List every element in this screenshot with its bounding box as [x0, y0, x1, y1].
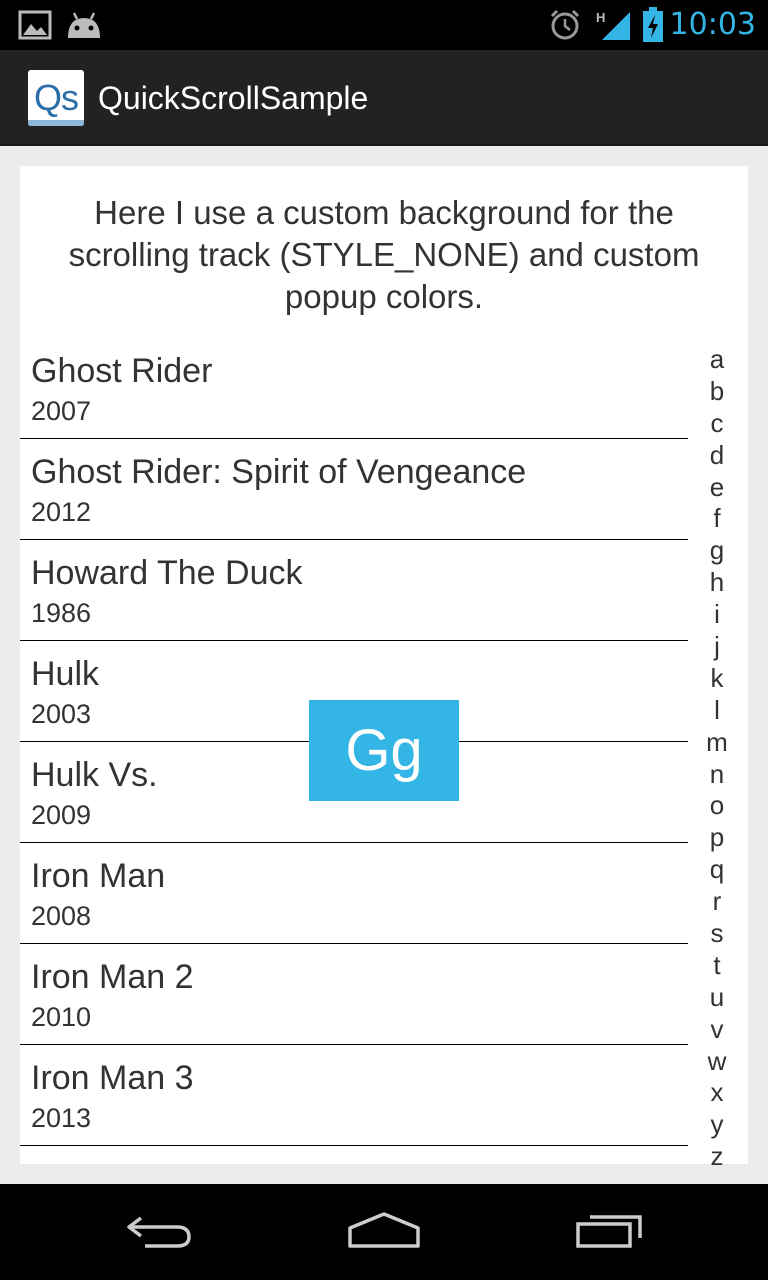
index-letter-f[interactable]: f: [706, 503, 728, 535]
app-title: QuickScrollSample: [98, 80, 369, 116]
content-card: Here I use a custom background for the s…: [20, 166, 748, 1164]
movie-title: Hulk: [31, 655, 100, 693]
android-icon: [64, 0, 104, 50]
movie-title: Ghost Rider: Spirit of Vengeance: [31, 453, 527, 491]
index-letter-i[interactable]: i: [706, 599, 728, 631]
index-letter-n[interactable]: n: [706, 759, 728, 791]
index-letter-g[interactable]: g: [706, 535, 728, 567]
back-icon: [125, 1210, 195, 1254]
alphabet-index-bar[interactable]: a b c d e f g h i j k l m n o p q r s t …: [706, 344, 728, 1173]
navigation-bar: [0, 1184, 768, 1280]
quickscroll-popup: Gg: [309, 700, 459, 801]
app-logo-text: Qs: [33, 77, 79, 118]
home-icon: [346, 1210, 422, 1254]
list-item[interactable]: Ghost Rider 2007: [20, 338, 688, 439]
intro-text: Here I use a custom background for the s…: [68, 194, 700, 315]
index-letter-b[interactable]: b: [706, 376, 728, 408]
index-letter-x[interactable]: x: [706, 1077, 728, 1109]
movie-year: 2009: [31, 800, 92, 830]
movie-title: Hulk Vs.: [31, 756, 158, 794]
movie-title: Iron Man: [31, 857, 166, 895]
movie-title: Howard The Duck: [31, 554, 303, 592]
index-letter-r[interactable]: r: [706, 886, 728, 918]
status-bar: H 10:03: [0, 0, 768, 50]
index-letter-d[interactable]: d: [706, 440, 728, 472]
movie-title: Iron Man 3: [31, 1059, 194, 1097]
movie-title: Ghost Rider: [31, 352, 213, 390]
index-letter-v[interactable]: v: [706, 1014, 728, 1046]
index-letter-t[interactable]: t: [706, 950, 728, 982]
index-letter-y[interactable]: y: [706, 1109, 728, 1141]
gallery-icon: [18, 0, 52, 50]
index-letter-c[interactable]: c: [706, 408, 728, 440]
index-letter-j[interactable]: j: [706, 631, 728, 663]
status-time: 10:03: [669, 7, 756, 42]
index-letter-h[interactable]: h: [706, 567, 728, 599]
index-letter-q[interactable]: q: [706, 854, 728, 886]
index-letter-m[interactable]: m: [706, 727, 728, 759]
back-button[interactable]: [100, 1184, 220, 1280]
movie-year: 2013: [31, 1103, 92, 1133]
index-letter-s[interactable]: s: [706, 918, 728, 950]
recent-apps-icon: [574, 1210, 646, 1254]
battery-charging-icon: [642, 0, 664, 50]
network-type-label: H: [596, 10, 605, 25]
index-letter-o[interactable]: o: [706, 790, 728, 822]
home-button[interactable]: [324, 1184, 444, 1280]
movie-title: Iron Man 2: [31, 958, 194, 996]
index-letter-z[interactable]: z: [706, 1141, 728, 1173]
recent-apps-button[interactable]: [550, 1184, 670, 1280]
app-logo-stripe: [28, 120, 84, 126]
index-letter-l[interactable]: l: [706, 695, 728, 727]
movie-year: 2003: [31, 699, 92, 729]
list-item[interactable]: Ghost Rider: Spirit of Vengeance 2012: [20, 439, 688, 540]
movie-year: 1986: [31, 598, 92, 628]
alarm-icon: [548, 0, 582, 50]
list-item[interactable]: Howard The Duck 1986: [20, 540, 688, 641]
movie-year: 2010: [31, 1002, 92, 1032]
movie-year: 2007: [31, 396, 92, 426]
list-item[interactable]: Iron Man 2 2010: [20, 944, 688, 1045]
list-item[interactable]: Iron Man 3 2013: [20, 1045, 688, 1146]
index-letter-u[interactable]: u: [706, 982, 728, 1014]
index-letter-k[interactable]: k: [706, 663, 728, 695]
movie-year: 2012: [31, 497, 92, 527]
index-letter-w[interactable]: w: [706, 1046, 728, 1078]
index-letter-e[interactable]: e: [706, 472, 728, 504]
index-letter-p[interactable]: p: [706, 822, 728, 854]
movie-year: 2008: [31, 901, 92, 931]
list-item[interactable]: Iron Man 2008: [20, 843, 688, 944]
signal-icon: H: [594, 0, 634, 50]
app-logo[interactable]: Qs: [28, 70, 84, 126]
index-letter-a[interactable]: a: [706, 344, 728, 376]
